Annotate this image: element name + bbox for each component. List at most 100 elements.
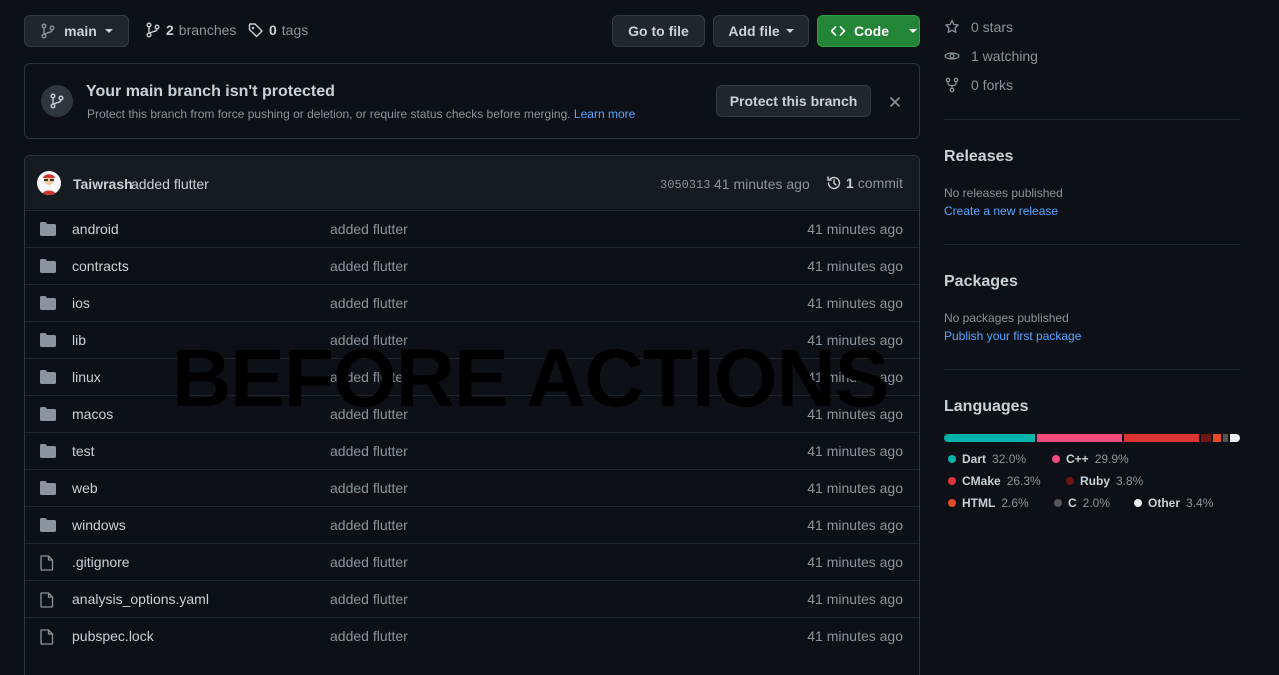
file-commit-message[interactable]: added flutter	[330, 480, 408, 496]
file-commit-message[interactable]: added flutter	[330, 258, 408, 274]
file-name[interactable]: analysis_options.yaml	[72, 591, 209, 607]
file-age: 41 minutes ago	[807, 480, 903, 496]
file-commit-message[interactable]: added flutter	[330, 517, 408, 533]
file-row[interactable]: macos added flutter 41 minutes ago	[25, 395, 919, 432]
folder-icon	[40, 333, 56, 347]
file-commit-message[interactable]: added flutter	[330, 406, 408, 422]
language-bar-segment[interactable]	[1213, 434, 1221, 442]
commit-count: 1	[846, 175, 854, 191]
file-name[interactable]: macos	[72, 406, 113, 422]
file-commit-message[interactable]: added flutter	[330, 369, 408, 385]
file-commit-message[interactable]: added flutter	[330, 554, 408, 570]
chevron-down-icon	[104, 29, 113, 33]
file-row[interactable]: android added flutter 41 minutes ago	[25, 210, 919, 247]
close-icon[interactable]	[889, 96, 901, 108]
commit-message[interactable]: added flutter	[131, 176, 209, 192]
code-button[interactable]: Code	[817, 15, 920, 47]
language-bar-segment[interactable]	[1222, 434, 1229, 442]
commit-author[interactable]: Taiwrash	[73, 176, 133, 192]
branches-link[interactable]: 2 branches	[145, 22, 236, 38]
file-name[interactable]: linux	[72, 369, 101, 385]
learn-more-link[interactable]: Learn more	[574, 107, 635, 121]
commit-count-label: commit	[857, 175, 903, 191]
language-item[interactable]: Other 3.4%	[1134, 496, 1213, 510]
file-name[interactable]: ios	[72, 295, 90, 311]
stars-count: 0 stars	[971, 19, 1014, 35]
file-age: 41 minutes ago	[807, 332, 903, 348]
language-bar-segment[interactable]	[1036, 434, 1122, 442]
language-bar-segment[interactable]	[1123, 434, 1199, 442]
branch-select-button[interactable]: main	[24, 15, 129, 47]
file-commit-message[interactable]: added flutter	[330, 591, 408, 607]
file-age: 41 minutes ago	[807, 554, 903, 570]
file-age: 41 minutes ago	[807, 221, 903, 237]
folder-icon	[40, 259, 56, 273]
commit-hash[interactable]: 3050313	[660, 178, 710, 192]
language-item[interactable]: CMake 26.3%	[948, 474, 1041, 488]
file-name[interactable]: test	[72, 443, 95, 459]
stars-link[interactable]: 0 stars	[944, 19, 1013, 35]
create-release-link[interactable]: Create a new release	[944, 204, 1058, 218]
forks-link[interactable]: 0 forks	[944, 77, 1013, 93]
branch-name: main	[64, 23, 97, 39]
commit-time: 41 minutes ago	[714, 176, 810, 192]
tag-icon	[248, 22, 264, 38]
file-row[interactable]: contracts added flutter 41 minutes ago	[25, 247, 919, 284]
releases-heading[interactable]: Releases	[944, 148, 1013, 166]
file-age: 41 minutes ago	[807, 406, 903, 422]
file-commit-message[interactable]: added flutter	[330, 221, 408, 237]
file-row[interactable]: web added flutter 41 minutes ago	[25, 469, 919, 506]
file-name[interactable]: web	[72, 480, 98, 496]
star-icon	[944, 19, 960, 35]
add-file-button[interactable]: Add file	[713, 15, 809, 47]
file-age: 41 minutes ago	[807, 628, 903, 644]
commit-history-link[interactable]: 1 commit	[826, 175, 903, 191]
language-item[interactable]: Ruby 3.8%	[1066, 474, 1143, 488]
file-row[interactable]: windows added flutter 41 minutes ago	[25, 506, 919, 543]
folder-icon	[40, 222, 56, 236]
folder-icon	[40, 407, 56, 421]
language-name: Ruby	[1080, 474, 1110, 488]
folder-icon	[40, 296, 56, 310]
language-bar-segment[interactable]	[944, 434, 1035, 442]
code-label: Code	[854, 23, 889, 39]
file-name[interactable]: .gitignore	[72, 554, 130, 570]
chevron-down-icon	[785, 29, 794, 33]
file-row[interactable]: ios added flutter 41 minutes ago	[25, 284, 919, 321]
watching-link[interactable]: 1 watching	[944, 48, 1038, 64]
banner-text: Protect this branch from force pushing o…	[87, 107, 635, 121]
file-commit-message[interactable]: added flutter	[330, 443, 408, 459]
language-item[interactable]: C++ 29.9%	[1052, 452, 1129, 466]
file-row[interactable]: test added flutter 41 minutes ago	[25, 432, 919, 469]
language-item[interactable]: Dart 32.0%	[948, 452, 1026, 466]
language-color-dot	[1066, 477, 1074, 485]
file-name[interactable]: windows	[72, 517, 126, 533]
file-age: 41 minutes ago	[807, 443, 903, 459]
file-row[interactable]: .gitignore added flutter 41 minutes ago	[25, 543, 919, 580]
language-name: CMake	[962, 474, 1001, 488]
packages-text: No packages published	[944, 311, 1069, 325]
file-row[interactable]: lib added flutter 41 minutes ago	[25, 321, 919, 358]
language-item[interactable]: HTML 2.6%	[948, 496, 1029, 510]
language-bar-segment[interactable]	[1230, 434, 1240, 442]
packages-heading[interactable]: Packages	[944, 273, 1018, 291]
file-name[interactable]: android	[72, 221, 119, 237]
language-bar-segment[interactable]	[1200, 434, 1212, 442]
code-icon	[830, 23, 846, 39]
publish-package-link[interactable]: Publish your first package	[944, 329, 1081, 343]
file-name[interactable]: lib	[72, 332, 86, 348]
language-name: C++	[1066, 452, 1089, 466]
protect-branch-button[interactable]: Protect this branch	[716, 85, 871, 117]
language-percent: 3.4%	[1186, 496, 1214, 510]
file-row[interactable]: analysis_options.yaml added flutter 41 min…	[25, 580, 919, 617]
file-commit-message[interactable]: added flutter	[330, 295, 408, 311]
file-commit-message[interactable]: added flutter	[330, 332, 408, 348]
go-to-file-button[interactable]: Go to file	[612, 15, 705, 47]
file-row[interactable]: pubspec.lock added flutter 41 minutes ago	[25, 617, 919, 654]
tags-link[interactable]: 0 tags	[248, 22, 308, 38]
file-row[interactable]: linux added flutter 41 minutes ago	[25, 358, 919, 395]
file-name[interactable]: pubspec.lock	[72, 628, 154, 644]
file-commit-message[interactable]: added flutter	[330, 628, 408, 644]
file-name[interactable]: contracts	[72, 258, 129, 274]
language-item[interactable]: C 2.0%	[1054, 496, 1110, 510]
